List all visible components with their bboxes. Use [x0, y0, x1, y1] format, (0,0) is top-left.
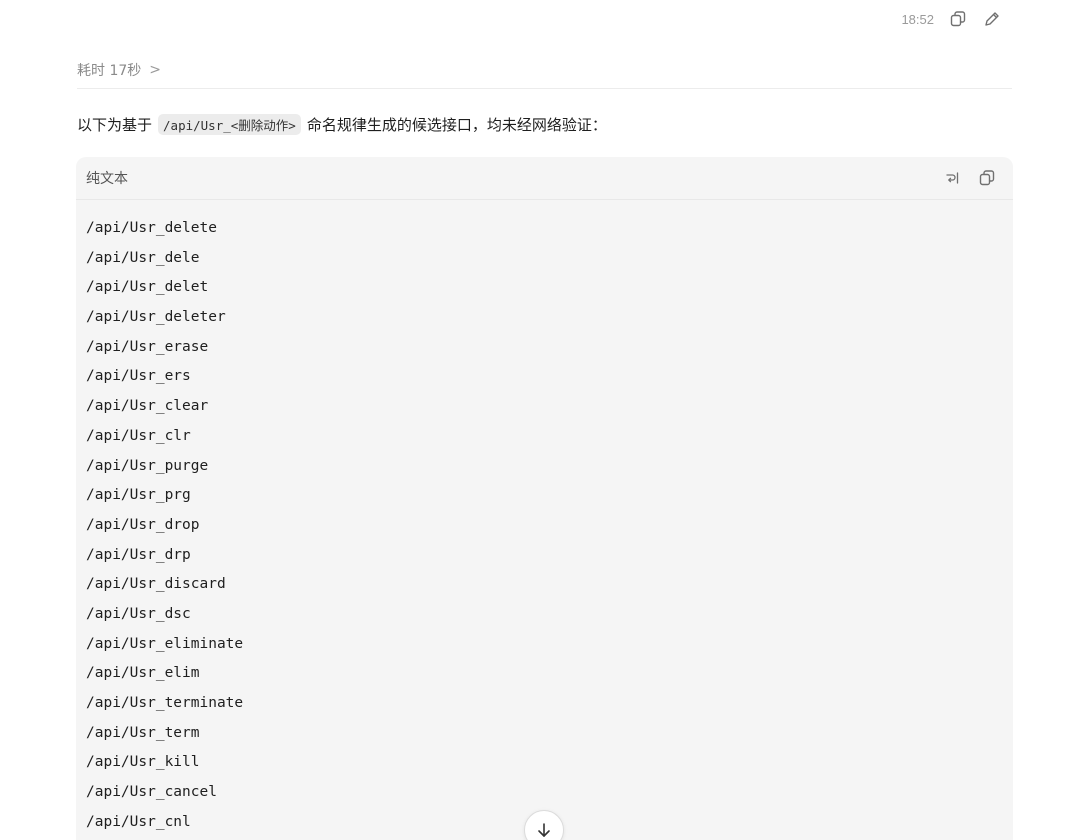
code-line: /api/Usr_purge [86, 457, 209, 474]
code-line: /api/Usr_eliminate [86, 635, 244, 652]
code-line: /api/Usr_term [86, 724, 200, 741]
thinking-toggle[interactable]: 耗时 17秒 > [77, 60, 161, 80]
code-line: /api/Usr_erase [86, 338, 209, 355]
intro-before: 以下为基于 [77, 116, 153, 134]
code-line: /api/Usr_delete [86, 220, 217, 236]
message-time: 18:52 [901, 11, 934, 27]
code-line: /api/Usr_ers [86, 368, 191, 385]
code-copy-icon[interactable] [977, 168, 997, 188]
code-line: /api/Usr_drp [86, 546, 191, 563]
code-line: /api/Usr_deleter [86, 309, 226, 326]
code-line: /api/Usr_clear [86, 398, 209, 415]
code-line: /api/Usr_dsc [86, 605, 191, 622]
code-line: /api/Usr_dele [86, 249, 200, 266]
chevron-right-icon: > [149, 62, 161, 78]
code-line: /api/Usr_prg [86, 487, 191, 504]
pencil-icon[interactable] [982, 9, 1002, 29]
divider [77, 88, 1012, 89]
code-line: /api/Usr_discard [86, 576, 226, 593]
code-body[interactable]: /api/Usr_delete/api/Usr_dele/api/Usr_del… [76, 200, 1013, 837]
copy-icon[interactable] [948, 9, 968, 29]
inline-code: /api/Usr_<删除动作> [158, 114, 301, 135]
code-line: /api/Usr_kill [86, 754, 200, 771]
message-meta: 18:52 [901, 8, 1002, 30]
code-language: 纯文本 [86, 171, 128, 187]
code-line: /api/Usr_clr [86, 427, 191, 444]
code-actions [943, 168, 997, 188]
code-line: /api/Usr_drop [86, 516, 200, 533]
arrow-down-icon [538, 823, 550, 837]
intro-text: 以下为基于 /api/Usr_<删除动作> 命名规律生成的候选接口，均未经网络验… [77, 114, 607, 135]
code-line: /api/Usr_delet [86, 279, 209, 296]
thinking-label: 耗时 17秒 [77, 63, 142, 79]
code-line: /api/Usr_terminate [86, 695, 244, 711]
intro-after: 命名规律生成的候选接口，均未经网络验证： [306, 116, 607, 134]
chat-page: 18:52 耗时 17秒 > 以下为基于 /api/Usr_<删除动作> 命名规… [0, 0, 1080, 840]
code-header: 纯文本 [76, 157, 1013, 200]
code-line: /api/Usr_elim [86, 665, 200, 682]
code-block: 纯文本 /api/Usr_delete/api/Usr_dele /api/Us… [76, 157, 1013, 840]
code-line: /api/Usr_cancel [86, 784, 217, 801]
wrap-lines-icon[interactable] [943, 168, 963, 188]
